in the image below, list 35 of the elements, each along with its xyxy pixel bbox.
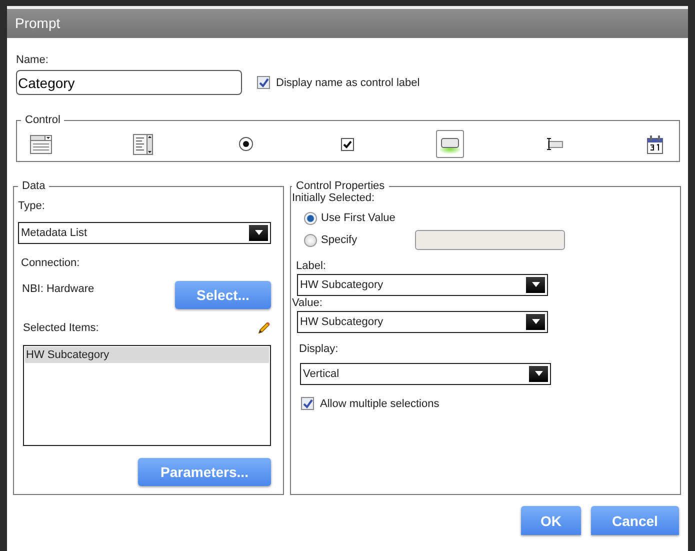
field-label: Display: [298, 343, 340, 355]
selected-items-list[interactable]: HW Subcategory [23, 345, 271, 446]
radio-label: Specify [321, 234, 358, 246]
checkbox-icon[interactable] [340, 136, 356, 152]
field-label: Value: [292, 297, 324, 309]
window-title: Prompt [7, 9, 688, 38]
dropdown-icon[interactable] [30, 134, 52, 154]
section-legend: Data [18, 180, 50, 192]
field-label: Name: [16, 54, 50, 66]
checkbox[interactable] [257, 76, 270, 89]
checkbox[interactable] [301, 397, 314, 410]
section-legend: Control [21, 114, 64, 126]
checkbox-label: Display name as control label [276, 76, 420, 88]
name-field[interactable]: Category [16, 70, 242, 95]
radio-button-icon[interactable] [238, 136, 254, 152]
field-label: Label: [295, 260, 327, 272]
dropdown[interactable]: Vertical [300, 363, 551, 385]
section-legend: Control Properties [292, 180, 389, 192]
radio-label: Use First Value [321, 212, 396, 224]
specify-field[interactable] [415, 230, 566, 250]
field-label: Type: [18, 200, 46, 212]
dropdown[interactable]: Metadata List [18, 222, 271, 244]
connection-name: NBI: Hardware [22, 283, 94, 295]
calendar-icon[interactable] [646, 134, 663, 154]
radio-button[interactable] [304, 212, 317, 224]
dropdown[interactable]: HW Subcategory [297, 274, 548, 296]
dropdown[interactable]: HW Subcategory [297, 311, 548, 333]
field-label: Selected Items: [23, 322, 99, 334]
pencil-icon[interactable] [257, 321, 271, 335]
checkbox-label: Allow multiple selections [320, 398, 440, 410]
field-label: Connection: [21, 257, 81, 269]
list-item[interactable]: HW Subcategory [25, 347, 269, 363]
field-label: Initially Selected: [292, 192, 376, 204]
radio-button[interactable] [304, 234, 317, 246]
listbox-icon[interactable] [133, 134, 154, 154]
